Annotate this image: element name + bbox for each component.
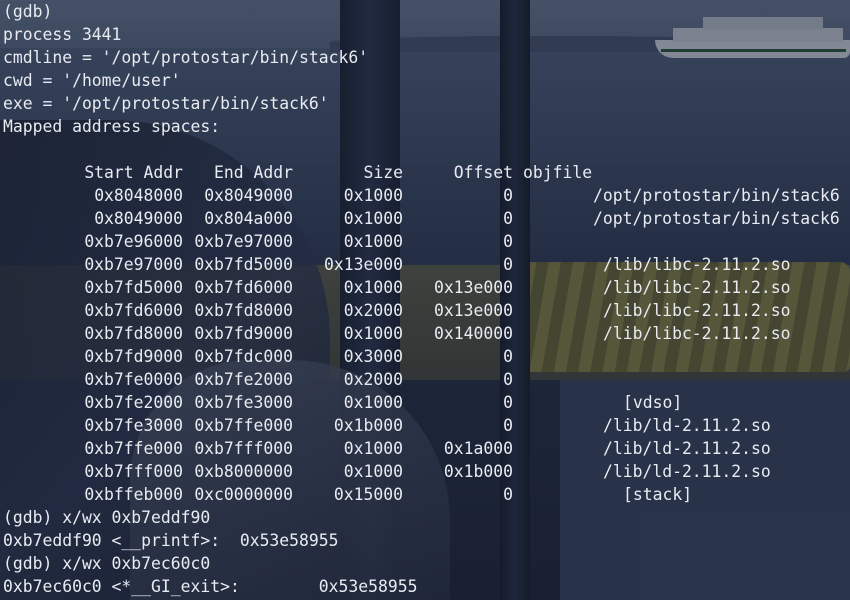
end-addr-cell: 0xb7fd5000 <box>194 255 293 274</box>
start-addr-cell: 0xb7fd9000 <box>84 347 183 366</box>
size-cell: 0x1b000 <box>333 416 403 435</box>
offset-cell: 0x140000 <box>434 324 513 343</box>
objfile-cell: /lib/libc-2.11.2.so <box>603 324 791 343</box>
offset-cell: 0x1b000 <box>443 462 513 481</box>
objfile-cell: [stack] <box>623 485 693 504</box>
size-cell: 0x1000 <box>343 232 403 251</box>
objfile-cell: /lib/ld-2.11.2.so <box>603 439 771 458</box>
end-addr-cell: 0xb7fe2000 <box>194 370 293 389</box>
end-addr-cell: 0x8049000 <box>204 186 293 205</box>
offset-cell: 0 <box>503 485 513 504</box>
gdb-prompt: (gdb) <box>3 2 53 21</box>
end-addr-cell: 0xb7fff000 <box>194 439 293 458</box>
command-line-1: (gdb) x/wx 0xb7eddf90 <box>3 508 211 527</box>
header-offset: Offset <box>453 163 513 182</box>
header-start-addr: Start Addr <box>84 163 183 182</box>
end-addr-cell: 0xb8000000 <box>194 462 293 481</box>
start-addr-cell: 0xb7fd6000 <box>84 301 183 320</box>
size-cell: 0x1000 <box>343 324 403 343</box>
cwd-line: cwd = '/home/user' <box>3 71 181 90</box>
start-addr-cell: 0x8048000 <box>94 186 183 205</box>
size-cell: 0x13e000 <box>324 255 403 274</box>
start-addr-cell: 0xb7fd8000 <box>84 324 183 343</box>
objfile-cell: /opt/protostar/bin/stack6 <box>593 186 840 205</box>
start-addr-cell: 0xbffeb000 <box>84 485 183 504</box>
command-output-1: 0xb7eddf90 <__printf>: 0x53e58955 <box>3 531 339 550</box>
exe-line: exe = '/opt/protostar/bin/stack6' <box>3 94 329 113</box>
objfile-cell: /lib/libc-2.11.2.so <box>603 278 791 297</box>
offset-cell: 0 <box>503 416 513 435</box>
offset-cell: 0x13e000 <box>434 301 513 320</box>
start-addr-cell: 0xb7fe0000 <box>84 370 183 389</box>
start-addr-cell: 0xb7fe3000 <box>84 416 183 435</box>
objfile-cell: [vdso] <box>623 393 683 412</box>
size-cell: 0x1000 <box>343 209 403 228</box>
header-objfile: objfile <box>523 163 593 182</box>
end-addr-cell: 0xb7fd9000 <box>194 324 293 343</box>
offset-cell: 0 <box>503 232 513 251</box>
command-output-2: 0xb7ec60c0 <*__GI_exit>: 0x53e58955 <box>3 577 418 596</box>
end-addr-cell: 0xc0000000 <box>194 485 293 504</box>
objfile-cell: /opt/protostar/bin/stack6 <box>593 209 840 228</box>
size-cell: 0x2000 <box>343 301 403 320</box>
end-addr-cell: 0xb7fdc000 <box>194 347 293 366</box>
start-addr-cell: 0xb7fd5000 <box>84 278 183 297</box>
size-cell: 0x2000 <box>343 370 403 389</box>
end-addr-cell: 0xb7e97000 <box>194 232 293 251</box>
end-addr-cell: 0xb7fd6000 <box>194 278 293 297</box>
process-line: process 3441 <box>3 25 122 44</box>
command-line-2: (gdb) x/wx 0xb7ec60c0 <box>3 554 211 573</box>
end-addr-cell: 0xb7ffe000 <box>194 416 293 435</box>
size-cell: 0x1000 <box>343 393 403 412</box>
offset-cell: 0 <box>503 370 513 389</box>
start-addr-cell: 0xb7e97000 <box>84 255 183 274</box>
objfile-cell: /lib/ld-2.11.2.so <box>603 462 771 481</box>
end-addr-cell: 0xb7fe3000 <box>194 393 293 412</box>
start-addr-cell: 0x8049000 <box>94 209 183 228</box>
mapped-header: Mapped address spaces: <box>3 117 221 136</box>
start-addr-cell: 0xb7fff000 <box>84 462 183 481</box>
offset-cell: 0x13e000 <box>434 278 513 297</box>
offset-cell: 0 <box>503 186 513 205</box>
size-cell: 0x1000 <box>343 439 403 458</box>
start-addr-cell: 0xb7e96000 <box>84 232 183 251</box>
header-end-addr: End Addr <box>214 163 293 182</box>
objfile-cell: /lib/libc-2.11.2.so <box>603 301 791 320</box>
size-cell: 0x1000 <box>343 278 403 297</box>
offset-cell: 0x1a000 <box>443 439 513 458</box>
start-addr-cell: 0xb7fe2000 <box>84 393 183 412</box>
size-cell: 0x1000 <box>343 462 403 481</box>
offset-cell: 0 <box>503 255 513 274</box>
objfile-cell: /lib/ld-2.11.2.so <box>603 416 771 435</box>
end-addr-cell: 0xb7fd8000 <box>194 301 293 320</box>
cmdline-line: cmdline = '/opt/protostar/bin/stack6' <box>3 48 369 67</box>
size-cell: 0x15000 <box>333 485 403 504</box>
header-size: Size <box>363 163 403 182</box>
offset-cell: 0 <box>503 393 513 412</box>
objfile-cell: /lib/libc-2.11.2.so <box>603 255 791 274</box>
end-addr-cell: 0x804a000 <box>204 209 293 228</box>
size-cell: 0x3000 <box>343 347 403 366</box>
size-cell: 0x1000 <box>343 186 403 205</box>
offset-cell: 0 <box>503 209 513 228</box>
offset-cell: 0 <box>503 347 513 366</box>
start-addr-cell: 0xb7ffe000 <box>84 439 183 458</box>
